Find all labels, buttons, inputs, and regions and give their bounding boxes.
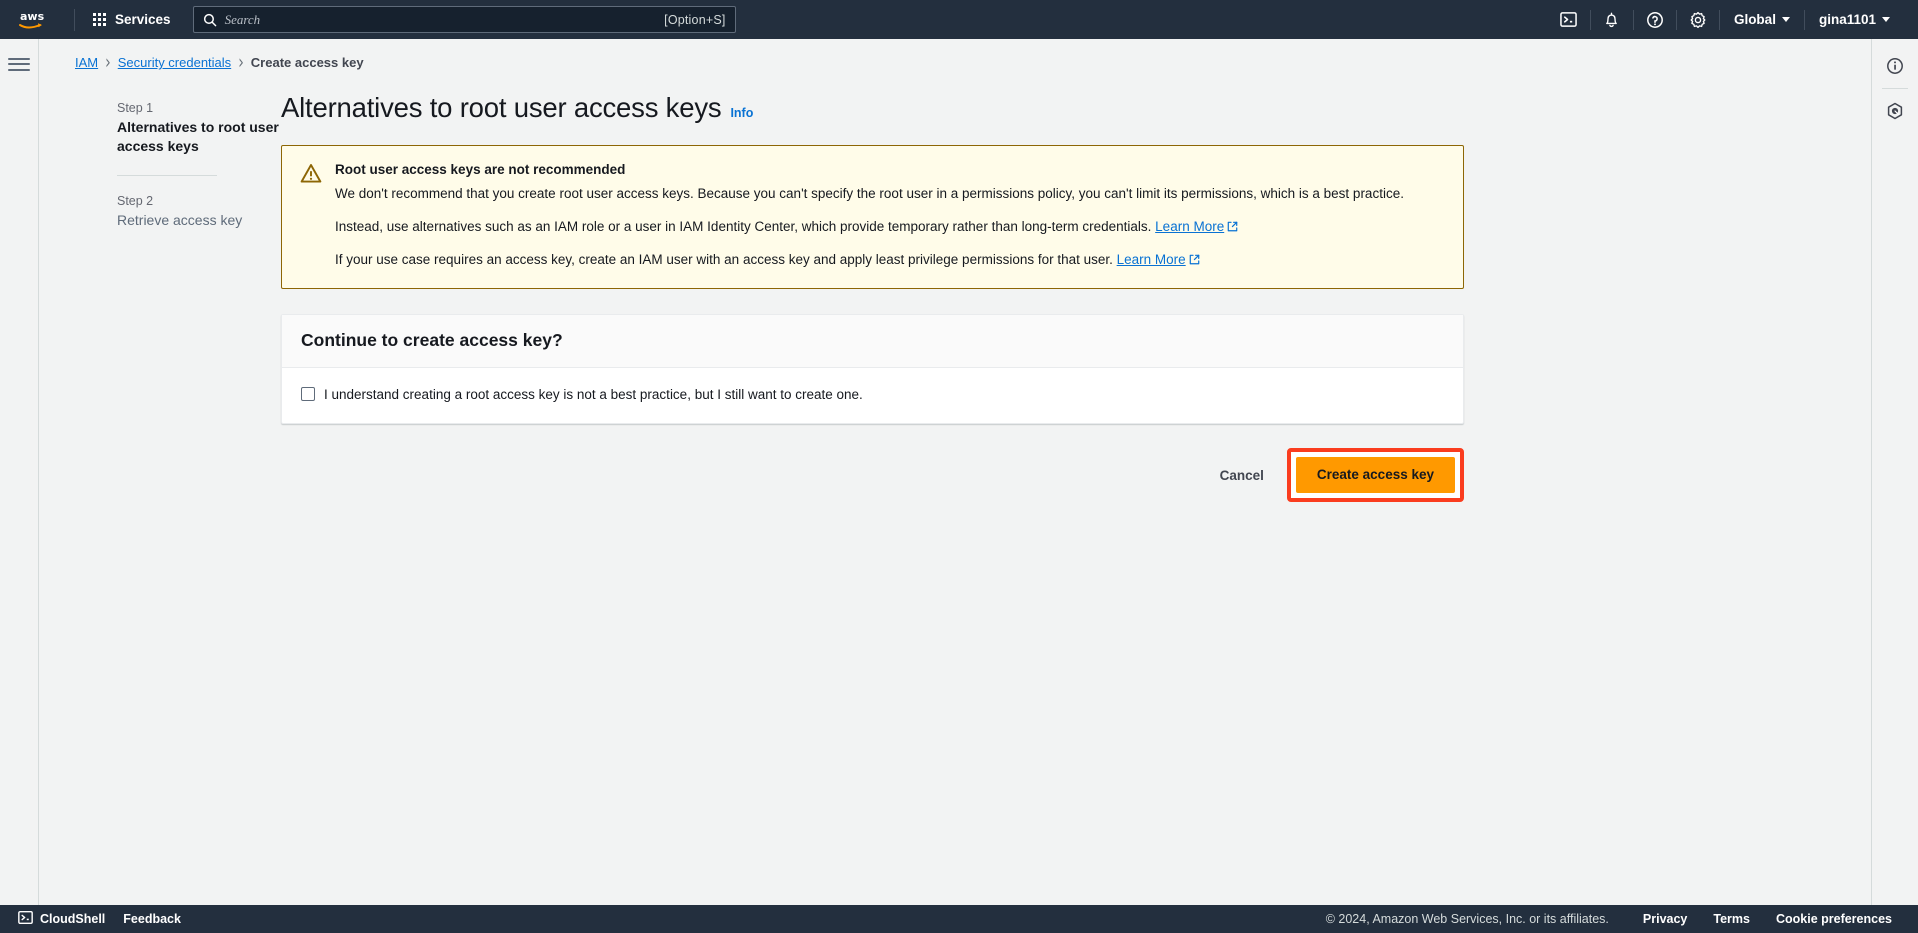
search-icon: [203, 13, 217, 27]
hamburger-menu-icon[interactable]: [8, 53, 30, 75]
footer-cookie-preferences-link[interactable]: Cookie preferences: [1766, 908, 1902, 930]
alert-paragraph-3-text: If your use case requires an access key,…: [335, 252, 1113, 268]
alert-paragraph-2: Instead, use alternatives such as an IAM…: [335, 217, 1445, 238]
search-box[interactable]: Search [Option+S]: [192, 6, 736, 33]
shortcuts-panel-icon[interactable]: [1876, 92, 1914, 130]
learn-more-link-1[interactable]: Learn More: [1155, 219, 1238, 234]
primary-button-highlight-ring: Create access key: [1286, 448, 1464, 503]
footer-cloudshell-button[interactable]: CloudShell: [10, 906, 113, 932]
cloudshell-label: CloudShell: [40, 912, 106, 926]
footer-privacy-link[interactable]: Privacy: [1633, 908, 1697, 930]
step-1-title: Alternatives to root user access keys: [117, 119, 279, 154]
cloudshell-icon: [18, 910, 33, 928]
external-link-icon: [1227, 218, 1238, 238]
learn-more-link-2[interactable]: Learn More: [1117, 252, 1200, 267]
breadcrumb: IAM › Security credentials › Create acce…: [39, 39, 1871, 74]
services-label: Services: [115, 12, 171, 27]
alert-paragraph-1: We don't recommend that you create root …: [335, 186, 1404, 201]
footer-left-group: CloudShell Feedback: [10, 906, 191, 932]
wizard-step-2[interactable]: Step 2 Retrieve access key: [117, 194, 281, 230]
cancel-button[interactable]: Cancel: [1201, 459, 1283, 492]
learn-more-label: Learn More: [1155, 218, 1225, 234]
svg-text:aws: aws: [20, 10, 45, 23]
account-label: gina1101: [1818, 12, 1876, 27]
step-2-title: Retrieve access key: [117, 212, 243, 229]
breadcrumb-separator-icon: ›: [238, 51, 244, 74]
create-access-key-button[interactable]: Create access key: [1295, 457, 1455, 494]
nav-right-group: Global gina1101: [1548, 0, 1918, 39]
main-content: Alternatives to root user access keys In…: [281, 70, 1871, 905]
warning-alert: Root user access keys are not recommende…: [281, 145, 1464, 289]
chevron-down-icon: [1781, 17, 1790, 22]
rail-divider: [1882, 88, 1908, 89]
content-area: IAM › Security credentials › Create acce…: [39, 39, 1871, 905]
acknowledgement-checkbox-row[interactable]: I understand creating a root access key …: [301, 386, 1444, 404]
region-selector[interactable]: Global: [1720, 0, 1804, 39]
alert-paragraph-3: If your use case requires an access key,…: [335, 250, 1445, 271]
footer-right-group: © 2024, Amazon Web Services, Inc. or its…: [1326, 908, 1902, 930]
search-input[interactable]: Search: [225, 12, 665, 28]
breadcrumb-item-create-access-key: Create access key: [250, 55, 364, 70]
panel-header-title: Continue to create access key?: [301, 329, 563, 350]
search-shortcut-hint: [Option+S]: [664, 12, 726, 27]
acknowledgement-checkbox-label[interactable]: I understand creating a root access key …: [324, 386, 863, 404]
learn-more-label: Learn More: [1116, 252, 1186, 268]
right-side-rail: [1871, 39, 1918, 905]
page-title-row: Alternatives to root user access keys In…: [281, 92, 1871, 124]
footer-bar: CloudShell Feedback © 2024, Amazon Web S…: [0, 905, 1918, 933]
info-link[interactable]: Info: [730, 106, 753, 120]
grid-icon: [93, 13, 106, 26]
continue-container-panel: Continue to create access key? I underst…: [281, 313, 1464, 425]
chevron-down-icon: [1882, 17, 1890, 22]
panel-wrap: Root user access keys are not recommende…: [281, 145, 1464, 503]
app-shell: IAM › Security credentials › Create acce…: [0, 39, 1918, 905]
panel-header: Continue to create access key?: [282, 314, 1463, 368]
alert-title: Root user access keys are not recommende…: [335, 162, 626, 177]
account-menu[interactable]: gina1101: [1805, 0, 1904, 39]
region-label: Global: [1733, 12, 1776, 27]
form-actions: Cancel Create access key: [281, 448, 1464, 503]
warning-triangle-icon: [300, 162, 322, 271]
wizard-steps-sidebar: Step 1 Alternatives to root user access …: [39, 70, 281, 905]
main-row: Step 1 Alternatives to root user access …: [39, 70, 1871, 905]
top-navigation-bar: aws Services Search [Option+S] Global gi…: [0, 0, 1918, 39]
help-icon[interactable]: [1634, 0, 1676, 39]
sidebar-toggle-rail: [0, 39, 39, 905]
step-2-label: Step 2: [117, 194, 154, 209]
step-1-label: Step 1: [117, 101, 154, 115]
wizard-step-1[interactable]: Step 1 Alternatives to root user access …: [117, 101, 281, 155]
panel-body: I understand creating a root access key …: [282, 368, 1463, 424]
footer-feedback-link[interactable]: Feedback: [113, 908, 191, 930]
settings-gear-icon[interactable]: [1677, 0, 1719, 39]
breadcrumb-item-iam[interactable]: IAM: [75, 55, 98, 70]
notifications-bell-icon[interactable]: [1591, 0, 1633, 39]
services-menu-button[interactable]: Services: [83, 6, 181, 33]
step-divider: [117, 175, 217, 177]
acknowledgement-checkbox[interactable]: [301, 386, 315, 401]
info-panel-icon[interactable]: [1876, 47, 1914, 85]
cloudshell-icon[interactable]: [1548, 0, 1590, 39]
nav-divider: [74, 8, 75, 31]
external-link-icon: [1189, 251, 1200, 271]
footer-copyright: © 2024, Amazon Web Services, Inc. or its…: [1325, 912, 1609, 926]
breadcrumb-separator-icon: ›: [105, 51, 111, 74]
alert-paragraph-2-text: Instead, use alternatives such as an IAM…: [335, 218, 1152, 234]
aws-logo[interactable]: aws: [14, 6, 58, 34]
page-title: Alternatives to root user access keys: [281, 92, 722, 123]
footer-terms-link[interactable]: Terms: [1703, 908, 1760, 930]
breadcrumb-item-security-credentials[interactable]: Security credentials: [118, 55, 231, 70]
alert-body: Root user access keys are not recommende…: [335, 162, 1445, 271]
